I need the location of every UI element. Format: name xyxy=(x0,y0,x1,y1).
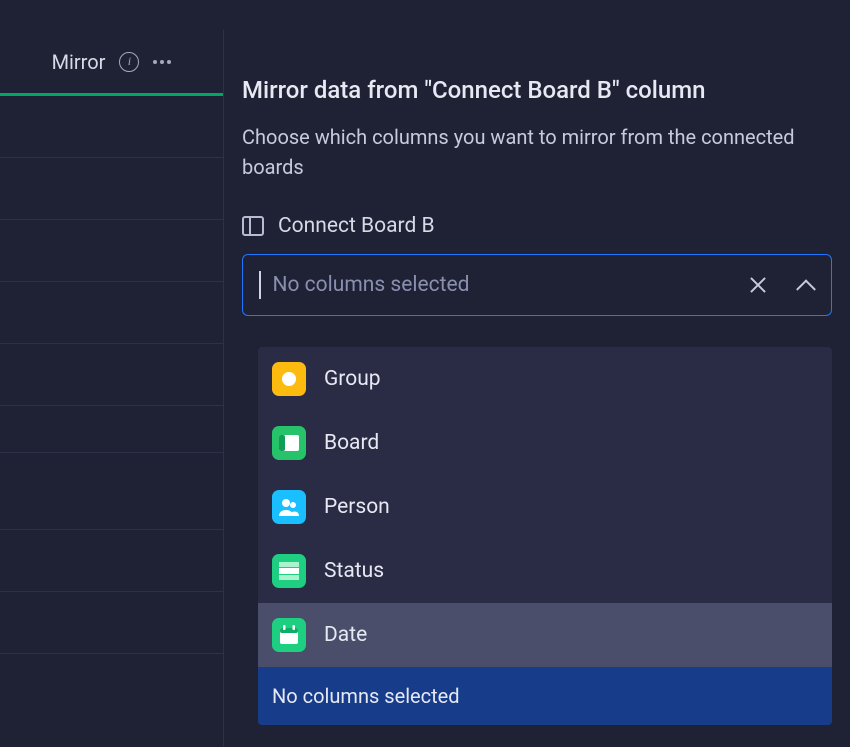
panel-heading: Mirror data from "Connect Board B" colum… xyxy=(242,76,832,104)
group-type-icon xyxy=(272,362,306,396)
person-type-icon xyxy=(272,490,306,524)
dropdown-option-label: Status xyxy=(324,559,384,583)
board-column-mirror: Mirror i xyxy=(0,30,224,747)
board-type-icon xyxy=(272,426,306,460)
dropdown-footer[interactable]: No columns selected xyxy=(258,667,832,725)
source-board-name: Connect Board B xyxy=(278,214,435,238)
info-icon[interactable]: i xyxy=(119,52,139,72)
date-type-icon xyxy=(272,618,306,652)
panel-subtitle: Choose which columns you want to mirror … xyxy=(242,122,832,182)
column-header[interactable]: Mirror i xyxy=(0,30,223,96)
dropdown-option-board[interactable]: Board xyxy=(258,411,832,475)
text-cursor xyxy=(259,271,261,299)
kebab-icon[interactable] xyxy=(153,60,171,64)
columns-dropdown: Group Board Person xyxy=(258,347,832,725)
dropdown-option-status[interactable]: Status xyxy=(258,539,832,603)
dropdown-option-label: Person xyxy=(324,495,390,519)
dropdown-option-label: Group xyxy=(324,367,381,391)
dropdown-option-label: Date xyxy=(324,623,367,647)
chevron-up-icon[interactable] xyxy=(796,279,816,299)
column-title: Mirror xyxy=(52,50,106,74)
columns-select[interactable]: No columns selected xyxy=(242,254,832,316)
dropdown-option-label: Board xyxy=(324,431,379,455)
columns-select-placeholder: No columns selected xyxy=(273,273,738,297)
dropdown-footer-text: No columns selected xyxy=(272,684,460,708)
close-icon[interactable] xyxy=(749,276,767,294)
dropdown-option-date[interactable]: Date xyxy=(258,603,832,667)
dropdown-option-person[interactable]: Person xyxy=(258,475,832,539)
board-outline-icon xyxy=(242,216,264,236)
status-type-icon xyxy=(272,554,306,588)
source-board-row: Connect Board B xyxy=(242,214,832,238)
dropdown-option-group[interactable]: Group xyxy=(258,347,832,411)
board-rows-placeholder xyxy=(0,96,223,654)
